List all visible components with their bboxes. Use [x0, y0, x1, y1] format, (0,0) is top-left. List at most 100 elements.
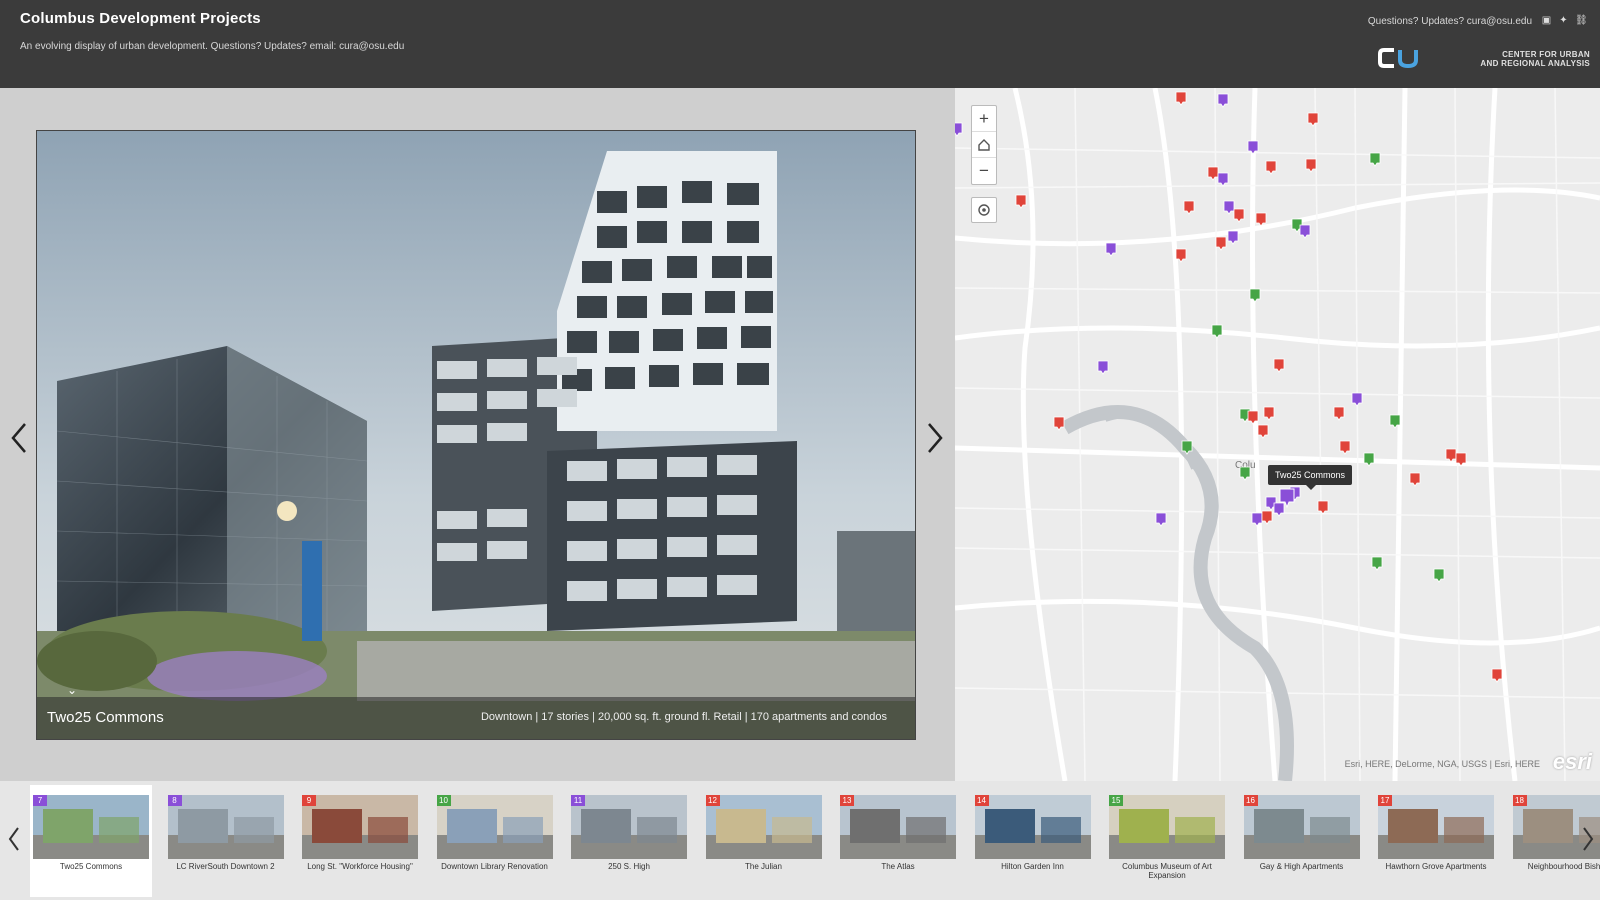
thumbnail-number-badge: 17 — [1378, 795, 1392, 806]
map-marker[interactable] — [1247, 140, 1259, 155]
map-marker[interactable] — [1455, 452, 1467, 467]
chevron-right-icon — [928, 423, 943, 453]
thumbnail-item[interactable]: 12 The Julian — [703, 785, 825, 897]
map-marker[interactable] — [1175, 248, 1187, 263]
thumbnail-item[interactable]: 17 Hawthorn Grove Apartments — [1375, 785, 1497, 897]
thumbnail-image — [1109, 795, 1225, 859]
map-marker[interactable] — [1333, 406, 1345, 421]
map-marker[interactable] — [1181, 440, 1193, 455]
thumbnail-item[interactable]: 14 Hilton Garden Inn — [972, 785, 1094, 897]
thumbnail-strip: 7 Two25 Commons 8 LC RiverSouth Downtown 2 9… — [0, 781, 1600, 900]
map-marker[interactable] — [1433, 568, 1445, 583]
photo-caption-bar: ⌄ Two25 Commons Downtown | 17 stories | … — [37, 683, 915, 739]
project-description: Downtown | 17 stories | 20,000 sq. ft. g… — [480, 711, 887, 723]
thumbnail-number-badge: 7 — [33, 795, 47, 806]
thumbnail-image — [840, 795, 956, 859]
map-marker[interactable] — [1105, 242, 1117, 257]
map-marker[interactable] — [1263, 406, 1275, 421]
thumbnail-item[interactable]: 8 LC RiverSouth Downtown 2 — [165, 785, 287, 897]
map-marker[interactable] — [1247, 410, 1259, 425]
page-title: Columbus Development Projects — [20, 10, 261, 27]
twitter-icon[interactable]: ✦ — [1558, 15, 1569, 26]
map-marker[interactable] — [1249, 288, 1261, 303]
map-marker[interactable] — [1317, 500, 1329, 515]
map-marker[interactable] — [1261, 510, 1273, 525]
map-marker[interactable] — [1097, 360, 1109, 375]
contact-link[interactable]: Questions? Updates? cura@osu.edu — [1368, 16, 1532, 27]
social-links: ▣ ✦ ⛓ — [1541, 15, 1588, 26]
map-marker[interactable] — [1371, 556, 1383, 571]
map-marker[interactable] — [1339, 440, 1351, 455]
map-marker[interactable] — [1389, 414, 1401, 429]
thumbnail-number-badge: 14 — [974, 795, 989, 806]
thumbnail-item[interactable]: 11 250 S. High — [568, 785, 690, 897]
thumbnail-image — [705, 795, 822, 859]
map-marker[interactable] — [1211, 324, 1223, 339]
thumbnail-item[interactable]: 7 Two25 Commons — [30, 785, 152, 897]
map-marker[interactable] — [1233, 208, 1245, 223]
zoom-controls: + − — [971, 105, 997, 185]
map-marker[interactable] — [1175, 91, 1187, 106]
map-marker[interactable] — [1491, 668, 1503, 683]
map-marker[interactable] — [1363, 452, 1375, 467]
map-marker[interactable] — [1053, 416, 1065, 431]
thumbnail-item[interactable]: 9 Long St. "Workforce Housing" — [299, 785, 421, 897]
map-marker[interactable] — [1305, 158, 1317, 173]
map-marker[interactable] — [1239, 466, 1251, 481]
map-marker[interactable] — [1183, 200, 1195, 215]
map-marker[interactable] — [1015, 194, 1027, 209]
map-marker[interactable] — [955, 122, 963, 137]
thumbnail-image — [1243, 795, 1360, 859]
thumbnail-item[interactable]: 15 Columbus Museum of Art Expansion — [1106, 785, 1228, 897]
thumbnail-item[interactable]: 10 Downtown Library Renovation — [434, 785, 556, 897]
selected-map-marker[interactable] — [1279, 488, 1295, 509]
map-view[interactable]: Colu + − Two25 Commons Esri, HERE, DeLor… — [955, 88, 1600, 781]
basemap: Colu — [955, 88, 1600, 781]
thumbnail-number-badge: 16 — [1243, 795, 1258, 806]
photo-panel: ⌄ Two25 Commons Downtown | 17 stories | … — [0, 88, 955, 781]
map-marker[interactable] — [1217, 93, 1229, 108]
map-marker[interactable] — [1265, 160, 1277, 175]
map-marker[interactable] — [1409, 472, 1421, 487]
thumbnail-image — [1378, 795, 1494, 859]
thumbnail-number-badge: 12 — [705, 795, 720, 806]
thumbnail-item[interactable]: 16 Gay & High Apartments — [1241, 785, 1363, 897]
map-marker[interactable] — [1257, 424, 1269, 439]
thumbnail-number-badge: 11 — [571, 795, 585, 806]
map-marker[interactable] — [1215, 236, 1227, 251]
thumbnail-number-badge: 15 — [1109, 795, 1123, 806]
thumbnail-number-badge: 13 — [840, 795, 854, 806]
project-name: Two25 Commons — [47, 709, 164, 726]
thumbnail-label: Hawthorn Grove Apartments — [1385, 862, 1487, 871]
zoom-out-button[interactable]: − — [972, 158, 996, 184]
map-marker[interactable] — [1299, 224, 1311, 239]
map-marker[interactable] — [1369, 152, 1381, 167]
map-marker[interactable] — [1307, 112, 1319, 127]
map-marker[interactable] — [1155, 512, 1167, 527]
thumbnail-image — [167, 795, 284, 859]
next-photo-button[interactable] — [920, 413, 950, 463]
scroll-left-button[interactable] — [4, 819, 24, 859]
map-marker[interactable] — [1255, 212, 1267, 227]
map-marker[interactable] — [1273, 358, 1285, 373]
map-marker[interactable] — [1351, 392, 1363, 407]
thumbnail-label: 250 S. High — [608, 862, 650, 871]
facebook-icon[interactable]: ▣ — [1541, 15, 1552, 26]
chevron-right-icon — [1583, 827, 1594, 851]
project-photo: ⌄ Two25 Commons Downtown | 17 stories | … — [36, 130, 916, 740]
thumbnail-label: Long St. "Workforce Housing" — [307, 862, 413, 871]
thumbnail-number-badge: 18 — [1512, 795, 1527, 806]
home-button[interactable] — [972, 132, 996, 158]
thumbnail-image — [571, 795, 687, 859]
chevron-left-icon — [8, 827, 19, 851]
chevron-down-icon[interactable]: ⌄ — [67, 683, 77, 697]
scroll-right-button[interactable] — [1578, 819, 1598, 859]
map-marker[interactable] — [1217, 172, 1229, 187]
thumbnail-item[interactable]: 13 The Atlas — [837, 785, 959, 897]
previous-photo-button[interactable] — [4, 413, 34, 463]
link-icon[interactable]: ⛓ — [1575, 15, 1588, 26]
thumbnail-label: The Atlas — [881, 862, 915, 871]
locate-button[interactable] — [971, 197, 997, 223]
map-marker[interactable] — [1227, 230, 1239, 245]
zoom-in-button[interactable]: + — [972, 106, 996, 132]
